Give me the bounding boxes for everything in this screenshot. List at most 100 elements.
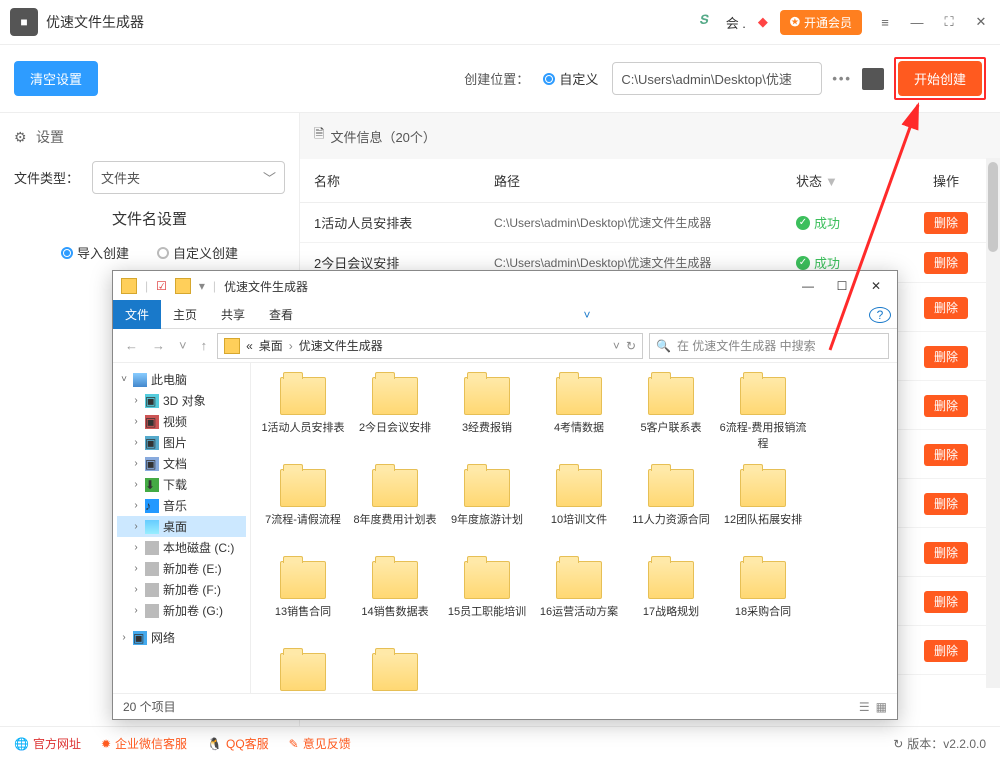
explorer-close-icon[interactable]: ✕ [863,273,889,299]
minimize-icon[interactable]: — [908,13,926,31]
folder-item[interactable]: 19产品库存数据 [257,649,349,693]
qat-check-icon[interactable]: ☑ [156,279,167,293]
delete-button[interactable]: 删除 [924,297,968,319]
view-icons-icon[interactable]: ▦ [876,700,887,714]
folder-item[interactable]: 5客户联系表 [625,373,717,465]
folder-item[interactable]: 16运营活动方案 [533,557,625,649]
address-input[interactable]: « 桌面 › 优速文件生成器 ˅ ↻ [217,333,643,359]
official-site-link[interactable]: 🌐官方网址 [14,735,81,752]
folder-icon [280,653,326,691]
delete-button[interactable]: 删除 [924,212,968,234]
delete-button[interactable]: 删除 [924,346,968,368]
nav-pictures[interactable]: ›▣图片 [117,432,246,453]
folder-item[interactable]: 4考情数据 [533,373,625,465]
explorer-search-input[interactable]: 🔍 在 优速文件生成器 中搜索 [649,333,889,359]
path-input[interactable]: C:\Users\admin\Desktop\优速 [612,62,822,95]
nav-network[interactable]: ›▣网络 [117,627,246,648]
qq-support-link[interactable]: 🐧QQ客服 [207,735,269,752]
location-custom-radio[interactable]: 自定义 [543,69,598,88]
nav-up-icon[interactable]: ↑ [197,336,212,355]
feedback-link[interactable]: ✎意见反馈 [289,735,351,752]
crumb-desktop[interactable]: 桌面 [259,337,283,354]
nav-drive-f[interactable]: ›新加卷 (F:) [117,579,246,600]
crumb-folder[interactable]: 优速文件生成器 [299,337,383,354]
delete-button[interactable]: 删除 [924,395,968,417]
qat-overflow[interactable]: ▾ [199,279,205,293]
folder-item[interactable]: 7流程-请假流程 [257,465,349,557]
folder-item[interactable]: 20公司规章制度 [349,649,441,693]
folder-icon [372,469,418,507]
folder-label: 8年度费用计划表 [353,511,436,527]
nav-desktop[interactable]: ›桌面 [117,516,246,537]
delete-button[interactable]: 删除 [924,493,968,515]
explorer-minimize-icon[interactable]: — [795,273,821,299]
refresh-icon[interactable]: ↻ [626,339,636,353]
nav-music[interactable]: ›♪音乐 [117,495,246,516]
ribbon-collapse-icon[interactable]: ˅ [574,308,601,322]
explorer-maximize-icon[interactable]: ☐ [829,273,855,299]
folder-item[interactable]: 2今日会议安排 [349,373,441,465]
explorer-titlebar: | ☑ ▾ | 优速文件生成器 — ☐ ✕ [113,271,897,301]
folder-item[interactable]: 11人力资源合同 [625,465,717,557]
col-path: 路径 [494,171,796,190]
nav-3d[interactable]: ›▣3D 对象 [117,390,246,411]
filter-icon[interactable]: ▼ [825,174,838,189]
ribbon-share-tab[interactable]: 共享 [209,300,257,329]
shield-icon[interactable]: ◆ [752,11,774,33]
delete-button[interactable]: 删除 [924,252,968,274]
folder-item[interactable]: 15员工职能培训 [441,557,533,649]
folder-item[interactable]: 6流程-费用报销流程 [717,373,809,465]
folder-item[interactable]: 3经费报销 [441,373,533,465]
custom-create-radio[interactable]: 自定义创建 [157,243,238,262]
nav-drive-e[interactable]: ›新加卷 (E:) [117,558,246,579]
folder-label: 1活动人员安排表 [261,419,344,435]
folder-icon [740,377,786,415]
nav-documents[interactable]: ›▣文档 [117,453,246,474]
folder-item[interactable]: 9年度旅游计划 [441,465,533,557]
version-label: ↻版本：v2.2.0.0 [893,735,986,752]
delete-button[interactable]: 删除 [924,640,968,662]
folder-item[interactable]: 12团队拓展安排 [717,465,809,557]
nav-drive-g[interactable]: ›新加卷 (G:) [117,600,246,621]
cell-path: C:\Users\admin\Desktop\优速文件生成器 [494,214,796,231]
view-details-icon[interactable]: ☰ [859,700,870,714]
nav-back-icon[interactable]: ← [121,336,142,355]
delete-button[interactable]: 删除 [924,542,968,564]
maximize-icon[interactable]: ⛶ [940,13,958,31]
scrollbar[interactable] [986,158,1000,688]
nav-downloads[interactable]: ›⬇下载 [117,474,246,495]
folder-label: 11人力资源合同 [632,511,709,527]
file-type-select[interactable]: 文件夹﹀ [92,161,285,194]
browse-dots[interactable]: ••• [832,71,852,86]
folder-icon[interactable] [862,68,884,90]
folder-item[interactable]: 8年度费用计划表 [349,465,441,557]
folder-item[interactable]: 18采购合同 [717,557,809,649]
clear-settings-button[interactable]: 清空设置 [14,61,98,96]
folder-icon [740,561,786,599]
delete-button[interactable]: 删除 [924,444,968,466]
wechat-support-link[interactable]: ✹企业微信客服 [101,735,187,752]
explorer-ribbon: 文件 主页 共享 查看 ˅ ? [113,301,897,329]
vip-button[interactable]: ✪开通会员 [780,10,862,35]
nav-this-pc[interactable]: ˅此电脑 [117,369,246,390]
folder-item[interactable]: 14销售数据表 [349,557,441,649]
nav-drive-c[interactable]: ›本地磁盘 (C:) [117,537,246,558]
folder-item[interactable]: 17战略规划 [625,557,717,649]
close-icon[interactable]: ✕ [972,13,990,31]
folder-item[interactable]: 1活动人员安排表 [257,373,349,465]
ribbon-help-icon[interactable]: ? [869,307,891,323]
nav-forward-icon[interactable]: → [148,336,169,355]
start-create-button[interactable]: 开始创建 [898,61,982,96]
delete-button[interactable]: 删除 [924,591,968,613]
ribbon-file-tab[interactable]: 文件 [113,300,161,329]
folder-item[interactable]: 13销售合同 [257,557,349,649]
qat-folder-icon[interactable] [175,278,191,294]
import-create-radio[interactable]: 导入创建 [61,243,129,262]
ribbon-home-tab[interactable]: 主页 [161,300,209,329]
nav-videos[interactable]: ›▣视频 [117,411,246,432]
folder-item[interactable]: 10培训文件 [533,465,625,557]
menu-icon[interactable]: ≡ [876,13,894,31]
nav-history-icon[interactable]: ˅ [175,336,191,355]
address-dropdown-icon[interactable]: ˅ [613,339,620,353]
ribbon-view-tab[interactable]: 查看 [257,300,305,329]
